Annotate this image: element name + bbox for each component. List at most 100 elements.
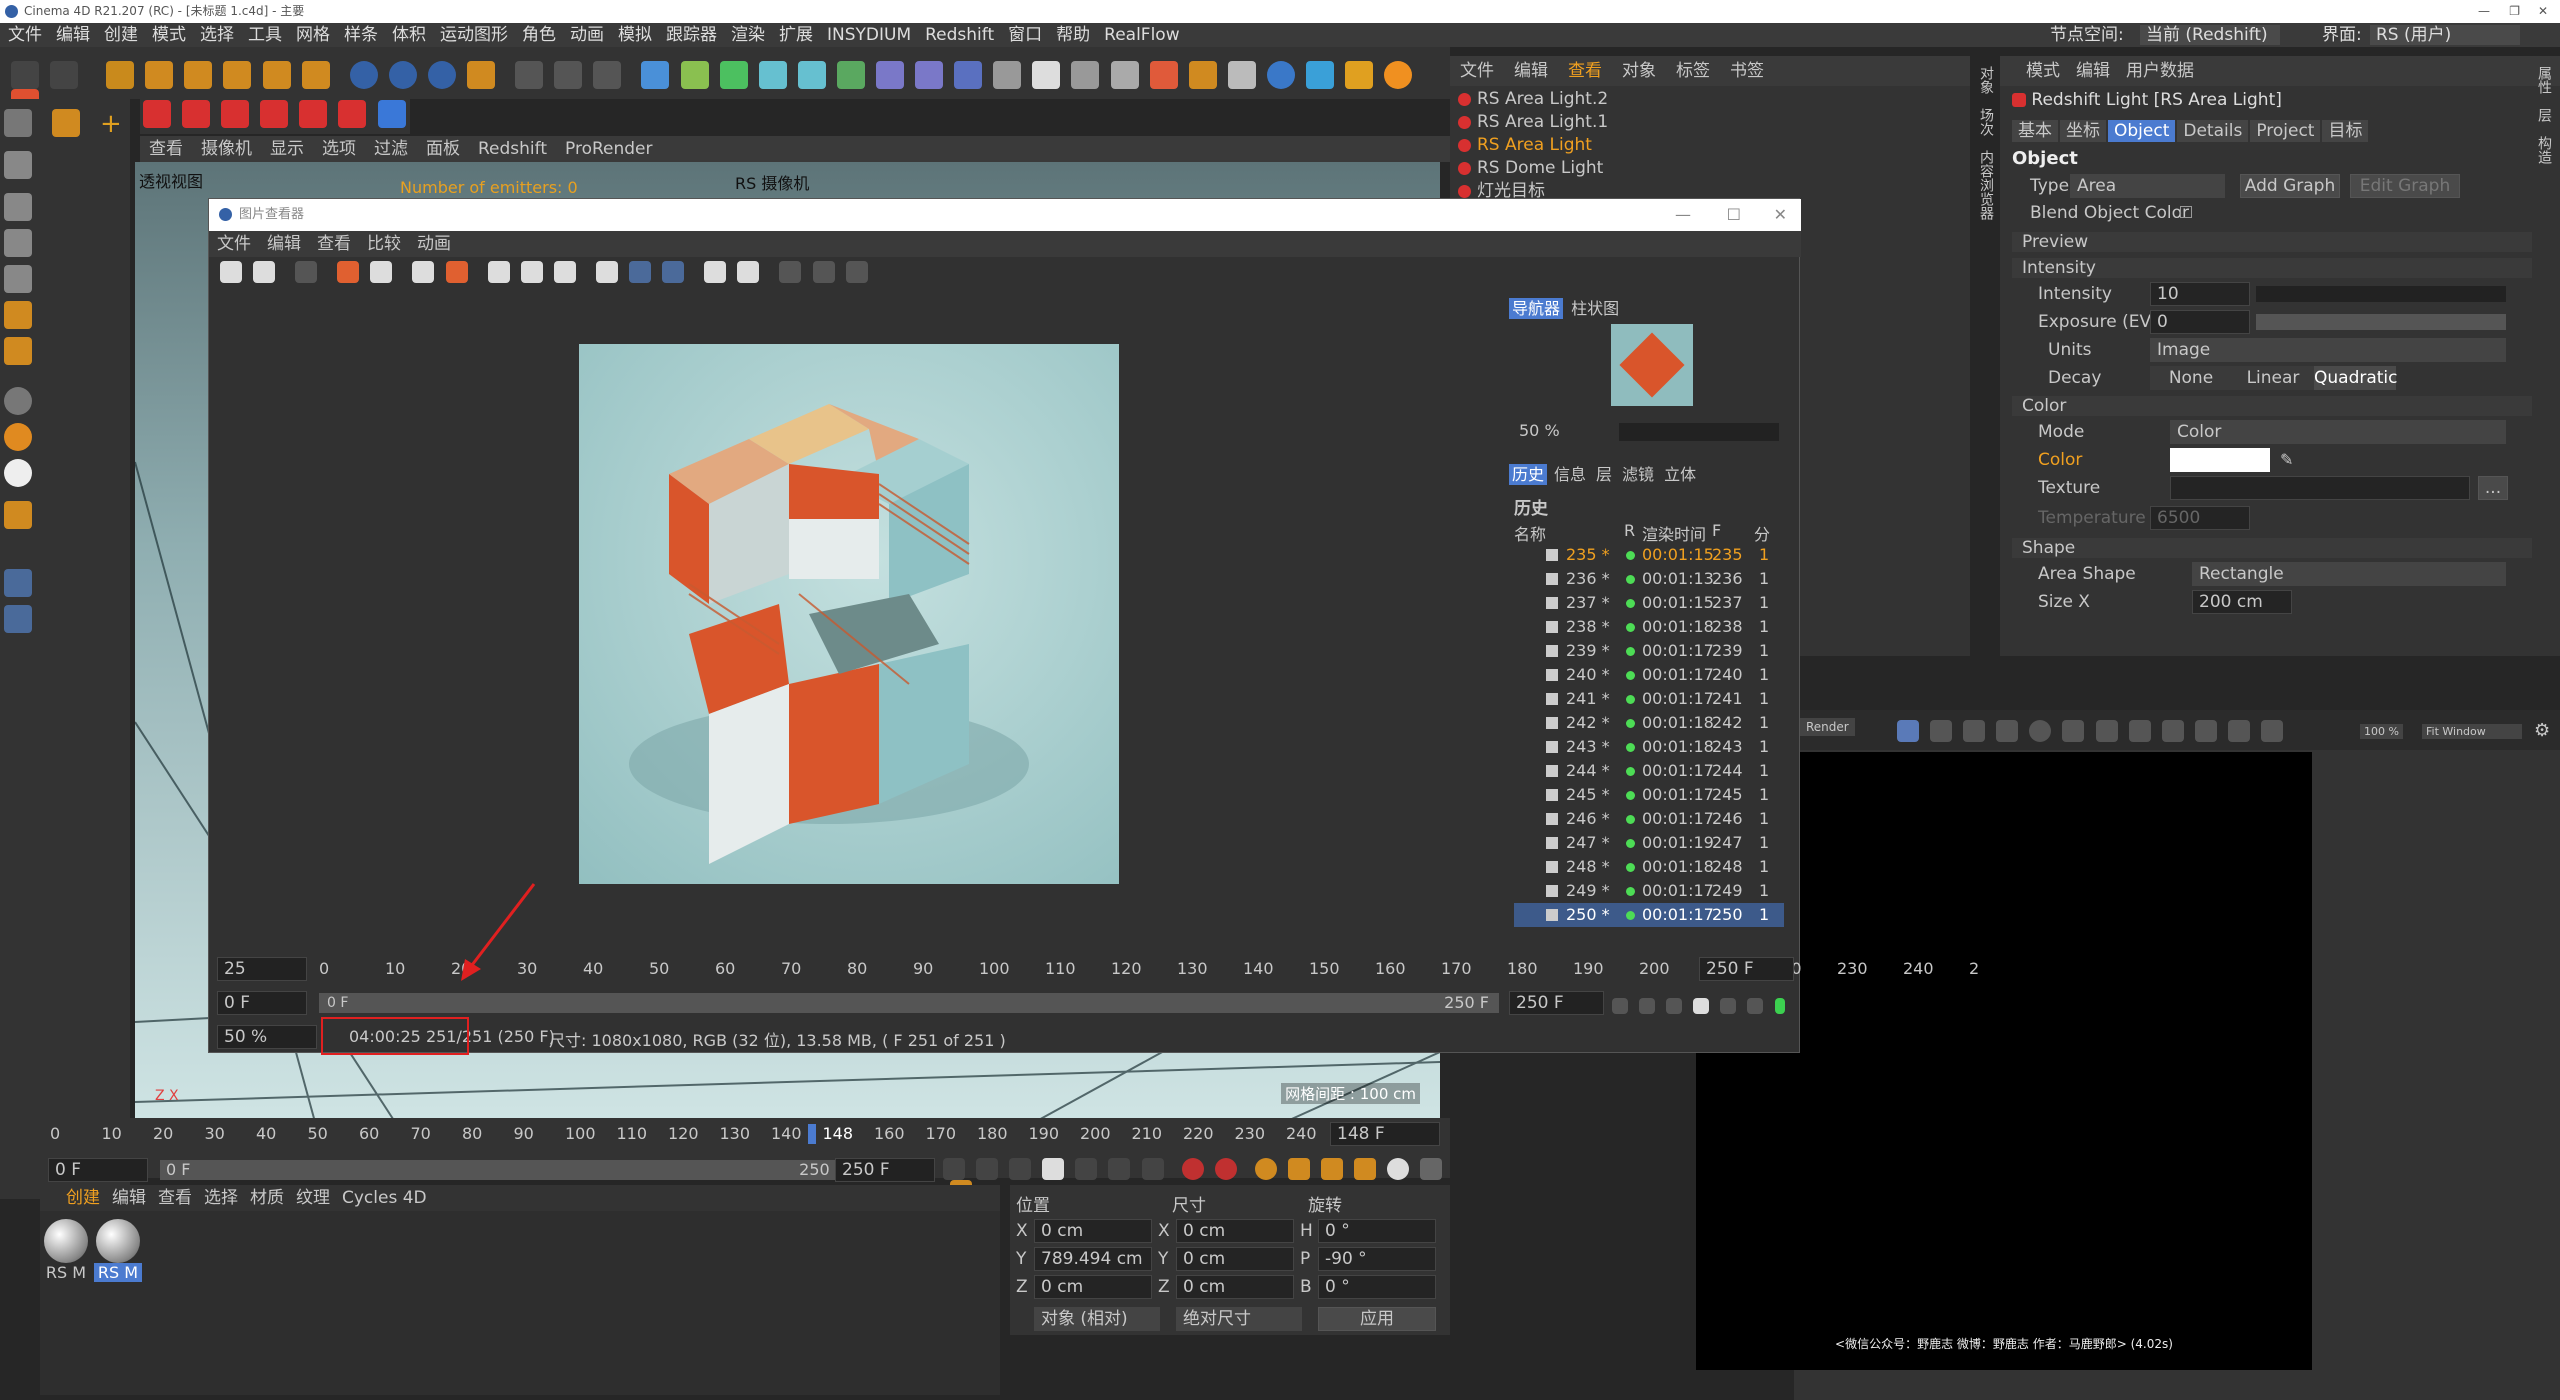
- copy-icon[interactable]: [2261, 720, 2284, 742]
- objmgr-menu-4[interactable]: 标签: [1676, 61, 1710, 81]
- menu-item-8[interactable]: 体积: [392, 25, 426, 45]
- menu-item-12[interactable]: 模拟: [618, 25, 652, 45]
- region-icon[interactable]: [2062, 720, 2085, 742]
- viewport-menu-2[interactable]: 显示: [270, 139, 304, 159]
- size-x-field[interactable]: 0 cm: [1176, 1219, 1294, 1243]
- history-row[interactable]: 237 * 00:01:15 237 1: [1514, 591, 1784, 615]
- key-pos-icon[interactable]: [1287, 1158, 1310, 1180]
- menu-item-3[interactable]: 模式: [152, 25, 186, 45]
- objmgr-menu-2[interactable]: 查看: [1568, 61, 1602, 81]
- key-pla-icon[interactable]: [1420, 1158, 1443, 1180]
- viewport-menu-1[interactable]: 摄像机: [201, 139, 252, 159]
- render-mode-select[interactable]: Render: [1800, 718, 1855, 736]
- autokey-icon[interactable]: [1214, 1158, 1237, 1180]
- attr-menu-2[interactable]: 用户数据: [2126, 61, 2194, 81]
- history-tab-2[interactable]: 层: [1593, 464, 1615, 485]
- render-picture-viewer-icon[interactable]: [554, 61, 583, 89]
- pv-split-icon[interactable]: [779, 261, 802, 283]
- snap3-icon[interactable]: [4, 459, 32, 487]
- select-tool-icon[interactable]: [106, 61, 135, 89]
- decay-option-0[interactable]: None: [2150, 366, 2232, 390]
- cube-icon[interactable]: [641, 61, 670, 89]
- range-slider[interactable]: 0 F 250 F: [160, 1160, 850, 1180]
- subdivision-icon[interactable]: [719, 61, 748, 89]
- menu-item-19[interactable]: 帮助: [1056, 25, 1090, 45]
- pv-menu-0[interactable]: 文件: [217, 234, 251, 254]
- pv-open-icon[interactable]: [220, 261, 242, 283]
- x-axis-icon[interactable]: [349, 61, 378, 89]
- preview-group[interactable]: Preview: [2012, 232, 2532, 252]
- objmgr-menu-3[interactable]: 对象: [1622, 61, 1656, 81]
- particle-icon[interactable]: [1188, 61, 1217, 89]
- menu-item-0[interactable]: 文件: [8, 25, 42, 45]
- live-select-icon[interactable]: [52, 109, 80, 137]
- decay-option-1[interactable]: Linear: [2232, 366, 2314, 390]
- size-y-field[interactable]: 0 cm: [1176, 1247, 1294, 1271]
- next-frame-icon[interactable]: [1075, 1158, 1098, 1180]
- fit-window-select[interactable]: Fit Window: [2422, 724, 2522, 739]
- start-frame-field[interactable]: 0 F: [48, 1158, 148, 1182]
- pos-z-field[interactable]: 0 cm: [1034, 1275, 1152, 1299]
- light-icon[interactable]: [1032, 61, 1061, 89]
- attr-tab-5[interactable]: 目标: [2322, 120, 2369, 142]
- model-mode-icon[interactable]: [4, 151, 32, 179]
- magnet-icon[interactable]: [4, 501, 32, 529]
- pv-region-icon[interactable]: [487, 261, 510, 283]
- history-col-1[interactable]: R: [1624, 521, 1635, 540]
- add-image-icon[interactable]: [2194, 720, 2217, 742]
- matmgr-menu-6[interactable]: Cycles 4D: [342, 1188, 427, 1208]
- attr-tab-3[interactable]: Details: [2177, 120, 2249, 142]
- pv-stop-icon[interactable]: [445, 261, 468, 283]
- history-col-4[interactable]: 分: [1754, 521, 1770, 545]
- pv-copy-icon[interactable]: [412, 261, 435, 283]
- pv-back-icon[interactable]: [1666, 997, 1683, 1014]
- menu-item-17[interactable]: Redshift: [925, 25, 994, 45]
- history-row[interactable]: 242 * 00:01:18 242 1: [1514, 711, 1784, 735]
- pos-x-field[interactable]: 0 cm: [1034, 1219, 1152, 1243]
- s-plugin-icon[interactable]: [1384, 61, 1413, 89]
- rot-h-field[interactable]: 0 °: [1318, 1219, 1436, 1243]
- navigator-zoom-slider[interactable]: [1619, 423, 1779, 441]
- attr-side-tab-2[interactable]: 构造: [2536, 136, 2552, 164]
- objmgr-menu-0[interactable]: 文件: [1460, 61, 1494, 81]
- rotate-tool-icon[interactable]: [223, 61, 252, 89]
- cloner-icon[interactable]: [797, 61, 826, 89]
- viewport-menu-6[interactable]: Redshift: [478, 139, 547, 159]
- attr-side-tab-1[interactable]: 层: [2536, 108, 2552, 122]
- rs-light-icon[interactable]: [143, 100, 171, 128]
- pen-icon[interactable]: [680, 61, 709, 89]
- pv-range-slider[interactable]: 0 F 250 F: [319, 993, 1499, 1013]
- history-tab-0[interactable]: 历史: [1509, 464, 1548, 485]
- menu-item-13[interactable]: 跟踪器: [666, 25, 717, 45]
- history-row[interactable]: 247 * 00:01:19 247 1: [1514, 831, 1784, 855]
- object-row[interactable]: RS Area Light: [1458, 134, 1948, 157]
- pv-menu-2[interactable]: 查看: [317, 234, 351, 254]
- rs-portal-icon[interactable]: [338, 100, 367, 128]
- rs-spot-icon[interactable]: [221, 100, 250, 128]
- color-group[interactable]: Color: [2012, 396, 2532, 416]
- matmgr-menu-0[interactable]: 创建: [66, 1188, 100, 1208]
- history-col-0[interactable]: 名称: [1514, 521, 1546, 545]
- menu-item-15[interactable]: 扩展: [779, 25, 813, 45]
- pv-region2-icon[interactable]: [520, 261, 543, 283]
- apply-button[interactable]: 应用: [1318, 1307, 1436, 1331]
- attr-side-tab-0[interactable]: 属性: [2536, 66, 2552, 94]
- coord-system-icon[interactable]: [467, 61, 496, 89]
- history-row[interactable]: 249 * 00:01:17 249 1: [1514, 879, 1784, 903]
- plus-icon[interactable]: +: [100, 109, 122, 139]
- brush-icon[interactable]: [2128, 720, 2151, 742]
- picture-icon[interactable]: [1071, 61, 1100, 89]
- objmgr-side-tab-2[interactable]: 内容浏览器: [1978, 150, 1994, 220]
- go-start-icon[interactable]: [943, 1158, 965, 1180]
- viewport-menu-7[interactable]: ProRender: [565, 139, 653, 159]
- close-icon[interactable]: ✕: [2538, 0, 2548, 23]
- matmgr-menu-5[interactable]: 纹理: [296, 1188, 330, 1208]
- objmgr-side-tab-1[interactable]: 场次: [1978, 108, 1994, 136]
- history-row[interactable]: 250 * 00:01:17 250 1: [1514, 903, 1784, 927]
- play-icon[interactable]: [1042, 1158, 1065, 1180]
- key-param-icon[interactable]: [1387, 1158, 1410, 1180]
- pv-image-icon[interactable]: [595, 261, 618, 283]
- tab-histogram[interactable]: 柱状图: [1568, 298, 1622, 319]
- grid-view-icon[interactable]: [1930, 720, 1953, 742]
- navigator-thumbnail[interactable]: [1611, 324, 1693, 406]
